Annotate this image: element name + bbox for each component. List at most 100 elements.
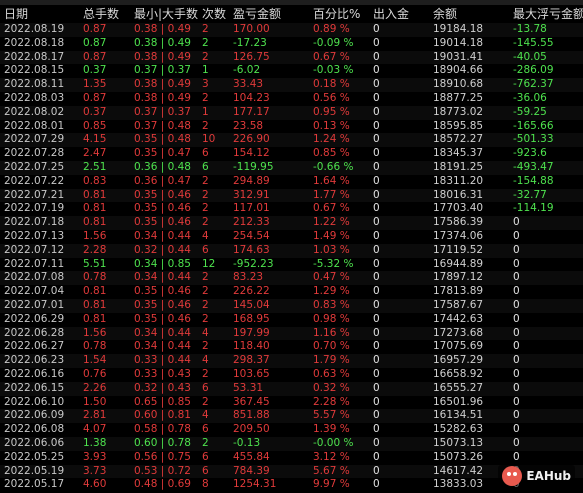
- cell-min-max-lots: 0.36 | 0.48: [134, 160, 191, 173]
- table-row[interactable]: 2022.08.11 1.35 0.38 | 0.49 3 33.43 0.18 % 0 18…: [0, 78, 583, 92]
- table-row[interactable]: 2022.06.10 1.50 0.65 | 0.85 2 367.45 2.28 % 0 1…: [0, 396, 583, 410]
- cell-deposit: 0: [373, 23, 380, 35]
- cell-total-lots: 4.60: [83, 478, 107, 491]
- table-row[interactable]: 2022.06.15 2.26 0.32 | 0.43 6 53.31 0.32 % 0 16…: [0, 381, 583, 396]
- cell-balance: 16658.92: [433, 367, 484, 380]
- table-row[interactable]: 2022.07.01 0.81 0.35 | 0.46 2 145.04 0.83 % 0 1…: [0, 298, 583, 313]
- cell-deposit: 0: [373, 340, 380, 353]
- cell-count: 1: [202, 105, 209, 118]
- cell-max-float-loss: 0: [513, 450, 520, 463]
- table-row[interactable]: 2022.08.15 0.37 0.37 | 0.37 1 -6.02 -0.03 % 0 1…: [0, 64, 583, 78]
- cell-deposit: 0: [373, 64, 380, 77]
- table-row[interactable]: 2022.07.18 0.81 0.35 | 0.46 2 212.33 1.22 % 0 1…: [0, 216, 583, 230]
- cell-percent: 0.85 %: [313, 147, 350, 160]
- cell-deposit: 0: [373, 312, 380, 325]
- table-row[interactable]: 2022.07.04 0.81 0.35 | 0.46 2 226.22 1.29 % 0 1…: [0, 285, 583, 299]
- cell-count: 2: [202, 119, 209, 132]
- cell-percent: 0.18 %: [313, 78, 350, 91]
- table-row[interactable]: 2022.05.25 3.93 0.56 | 0.75 6 455.84 3.12 % 0 1…: [0, 451, 583, 465]
- cell-min-max-lots: 0.34 | 0.44: [134, 326, 191, 339]
- table-row[interactable]: 2022.08.02 0.37 0.37 | 0.37 1 177.17 0.95 % 0 1…: [0, 105, 583, 120]
- header-deposit[interactable]: 出入金: [373, 5, 409, 23]
- table-row[interactable]: 2022.06.28 1.56 0.34 | 0.44 4 197.99 1.16 % 0 1…: [0, 326, 583, 341]
- cell-min-max-lots: 0.58 | 0.78: [134, 423, 191, 436]
- table-row[interactable]: 2022.06.23 1.54 0.33 | 0.44 4 298.37 1.79 % 0 1…: [0, 354, 583, 368]
- cell-total-lots: 0.37: [83, 105, 107, 118]
- cell-total-lots: 1.38: [83, 436, 107, 449]
- table-row[interactable]: 2022.05.17 4.60 0.48 | 0.69 8 1254.31 9.97 % 0…: [0, 478, 583, 492]
- table-row[interactable]: 2022.07.08 0.78 0.34 | 0.44 2 83.23 0.47 % 0 17…: [0, 271, 583, 286]
- cell-max-float-loss: -286.09: [513, 64, 554, 77]
- header-min-max-lots[interactable]: 最小|大手数: [134, 5, 198, 23]
- cell-min-max-lots: 0.34 | 0.44: [134, 340, 191, 353]
- cell-deposit: 0: [373, 105, 380, 118]
- cell-percent: -0.09 %: [313, 36, 354, 49]
- cell-balance: 15073.13: [433, 436, 484, 449]
- table-row[interactable]: 2022.07.28 2.47 0.35 | 0.47 6 154.12 0.85 % 0 1…: [0, 147, 583, 161]
- cell-total-lots: 0.87: [83, 50, 107, 63]
- table-row[interactable]: 2022.07.19 0.81 0.35 | 0.46 2 117.01 0.67 % 0 1…: [0, 202, 583, 216]
- header-max-float-loss[interactable]: 最大浮亏金额: [513, 5, 583, 23]
- table-row[interactable]: 2022.07.25 2.51 0.36 | 0.48 6 -119.95 -0.66 %…: [0, 160, 583, 175]
- table-row[interactable]: 2022.08.17 0.87 0.38 | 0.49 2 126.75 0.67 % 0 1…: [0, 50, 583, 65]
- header-date[interactable]: 日期: [4, 5, 28, 23]
- cell-pnl: 118.40: [233, 340, 270, 353]
- cell-pnl: 312.91: [233, 188, 270, 201]
- table-row[interactable]: 2022.08.03 0.87 0.38 | 0.49 2 104.23 0.56 % 0 1…: [0, 92, 583, 106]
- table-row[interactable]: 2022.08.01 0.85 0.37 | 0.48 2 23.58 0.13 % 0 18…: [0, 120, 583, 134]
- cell-pnl: -17.23: [233, 36, 267, 49]
- table-row[interactable]: 2022.07.22 0.83 0.36 | 0.47 2 294.89 1.64 % 0 1…: [0, 175, 583, 189]
- header-pnl[interactable]: 盈亏金额: [233, 5, 281, 23]
- cell-pnl: 298.37: [233, 354, 270, 367]
- cell-percent: -0.00 %: [313, 436, 354, 449]
- cell-count: 2: [202, 23, 209, 35]
- table-row[interactable]: 2022.07.29 4.15 0.35 | 0.48 10 226.90 1.24 % 0…: [0, 133, 583, 148]
- cell-total-lots: 1.56: [83, 326, 107, 339]
- table-row[interactable]: 2022.06.27 0.78 0.34 | 0.44 2 118.40 0.70 % 0 1…: [0, 340, 583, 354]
- cell-total-lots: 0.87: [83, 36, 107, 49]
- cell-min-max-lots: 0.32 | 0.44: [134, 243, 191, 256]
- table-row[interactable]: 2022.05.19 3.73 0.53 | 0.72 6 784.39 5.67 % 0 1…: [0, 464, 583, 479]
- table-row[interactable]: 2022.07.21 0.81 0.35 | 0.46 2 312.91 1.77 % 0 1…: [0, 188, 583, 203]
- cell-count: 2: [202, 340, 209, 353]
- cell-total-lots: 3.73: [83, 464, 107, 477]
- cell-total-lots: 0.78: [83, 271, 107, 284]
- table-row[interactable]: 2022.06.16 0.76 0.33 | 0.43 2 103.65 0.63 % 0 1…: [0, 368, 583, 382]
- cell-balance: 18910.68: [433, 78, 484, 91]
- cell-balance: 18345.37: [433, 147, 484, 160]
- header-count[interactable]: 次数: [202, 5, 226, 23]
- cell-date: 2022.08.15: [4, 64, 65, 77]
- cell-min-max-lots: 0.35 | 0.46: [134, 312, 191, 325]
- cell-deposit: 0: [373, 147, 380, 160]
- header-total-lots[interactable]: 总手数: [83, 5, 119, 23]
- header-balance[interactable]: 余额: [433, 5, 457, 23]
- table-row[interactable]: 2022.07.12 2.28 0.32 | 0.44 6 174.63 1.03 % 0 1…: [0, 243, 583, 258]
- table-row[interactable]: 2022.08.18 0.87 0.38 | 0.49 2 -17.23 -0.09 % 0…: [0, 37, 583, 51]
- table-row[interactable]: 2022.06.08 4.07 0.58 | 0.78 6 209.50 1.39 % 0 1…: [0, 423, 583, 437]
- cell-date: 2022.08.18: [4, 36, 65, 49]
- cell-date: 2022.07.12: [4, 243, 65, 256]
- cell-total-lots: 4.07: [83, 423, 107, 436]
- table-row[interactable]: 2022.06.06 1.38 0.60 | 0.78 2 -0.13 -0.00 % 0 1…: [0, 436, 583, 451]
- cell-deposit: 0: [373, 188, 380, 201]
- cell-count: 2: [202, 436, 209, 449]
- cell-pnl: 177.17: [233, 105, 270, 118]
- cell-date: 2022.06.10: [4, 395, 65, 408]
- table-row[interactable]: 2022.07.11 5.51 0.34 | 0.85 12 -952.23 -5.32 …: [0, 258, 583, 272]
- cell-total-lots: 3.93: [83, 450, 107, 463]
- cell-count: 2: [202, 188, 209, 201]
- cell-pnl: 126.75: [233, 50, 270, 63]
- header-percent[interactable]: 百分比%: [313, 5, 360, 23]
- cell-deposit: 0: [373, 381, 380, 394]
- table-row[interactable]: 2022.07.13 1.56 0.34 | 0.44 4 254.54 1.49 % 0 1…: [0, 230, 583, 244]
- table-row[interactable]: 2022.08.19 0.87 0.38 | 0.49 2 170.00 0.89 % 0 1…: [0, 23, 583, 37]
- cell-total-lots: 1.54: [83, 354, 107, 367]
- cell-pnl: 168.95: [233, 312, 270, 325]
- cell-min-max-lots: 0.35 | 0.48: [134, 133, 191, 146]
- table-row[interactable]: 2022.06.09 2.81 0.60 | 0.81 4 851.88 5.57 % 0 1…: [0, 409, 583, 424]
- table-row[interactable]: 2022.06.29 0.81 0.35 | 0.46 2 168.95 0.98 % 0 1…: [0, 313, 583, 327]
- table-body: 2022.08.19 0.87 0.38 | 0.49 2 170.00 0.89 % 0 1…: [0, 23, 583, 492]
- cell-min-max-lots: 0.48 | 0.69: [134, 478, 191, 491]
- cell-min-max-lots: 0.35 | 0.46: [134, 216, 191, 229]
- cell-deposit: 0: [373, 202, 380, 215]
